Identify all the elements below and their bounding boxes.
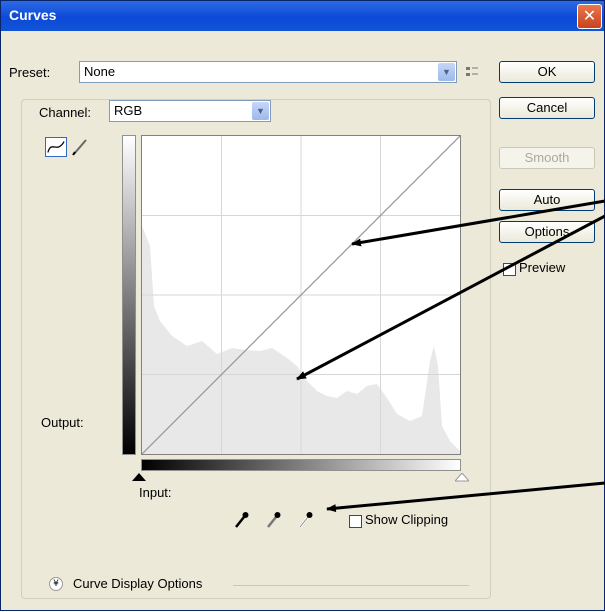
annotation-arrows xyxy=(296,199,605,513)
arrow-to-eyedroppers xyxy=(326,481,605,513)
arrow-to-histogram xyxy=(296,214,605,381)
curves-dialog: Curves ✕ Preset: None ▼ OK Cancel Smooth… xyxy=(0,0,605,611)
